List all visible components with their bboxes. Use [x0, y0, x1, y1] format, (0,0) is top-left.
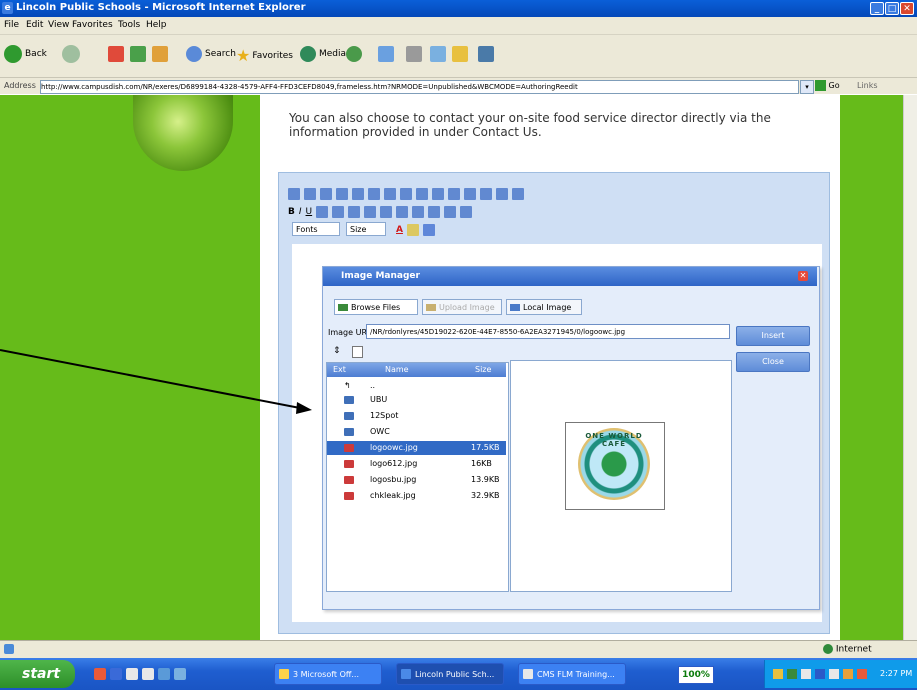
task-cms-training[interactable]: CMS FLM Training... — [518, 663, 626, 685]
quick-launch — [94, 668, 186, 680]
ie-task-icon — [401, 669, 411, 679]
quick-launch-icon[interactable] — [110, 668, 122, 680]
quick-launch-icon[interactable] — [142, 668, 154, 680]
task-microsoft-office[interactable]: 3 Microsoft Off... — [274, 663, 382, 685]
page-status-icon — [4, 644, 14, 654]
task-label: 3 Microsoft Off... — [293, 670, 360, 679]
status-bar — [0, 640, 917, 659]
clock[interactable]: 2:27 PM — [880, 669, 912, 678]
arrow-head — [296, 402, 312, 414]
quick-launch-icon[interactable] — [94, 668, 106, 680]
arrow-line — [0, 349, 301, 409]
zoom-indicator[interactable]: 100% — [678, 666, 714, 684]
start-label: start — [22, 666, 61, 682]
tray-icon[interactable] — [843, 669, 853, 679]
tray-icon[interactable] — [815, 669, 825, 679]
tray-icon[interactable] — [801, 669, 811, 679]
start-button[interactable]: start — [0, 660, 75, 688]
task-label: Lincoln Public Sch... — [415, 670, 495, 679]
quick-launch-icon[interactable] — [158, 668, 170, 680]
task-lincoln-public-schools[interactable]: Lincoln Public Sch... — [396, 663, 504, 685]
annotation-arrow — [0, 349, 312, 414]
globe-icon — [823, 644, 833, 654]
quick-launch-icon[interactable] — [126, 668, 138, 680]
zone-label: Internet — [835, 644, 872, 655]
tray-icon[interactable] — [787, 669, 797, 679]
tray-icon[interactable] — [773, 669, 783, 679]
security-zone: Internet — [823, 644, 872, 655]
tray-icon[interactable] — [857, 669, 867, 679]
tray-icon[interactable] — [829, 669, 839, 679]
quick-launch-icon[interactable] — [174, 668, 186, 680]
task-label: CMS FLM Training... — [537, 670, 615, 679]
office-icon — [279, 669, 289, 679]
doc-icon — [523, 669, 533, 679]
